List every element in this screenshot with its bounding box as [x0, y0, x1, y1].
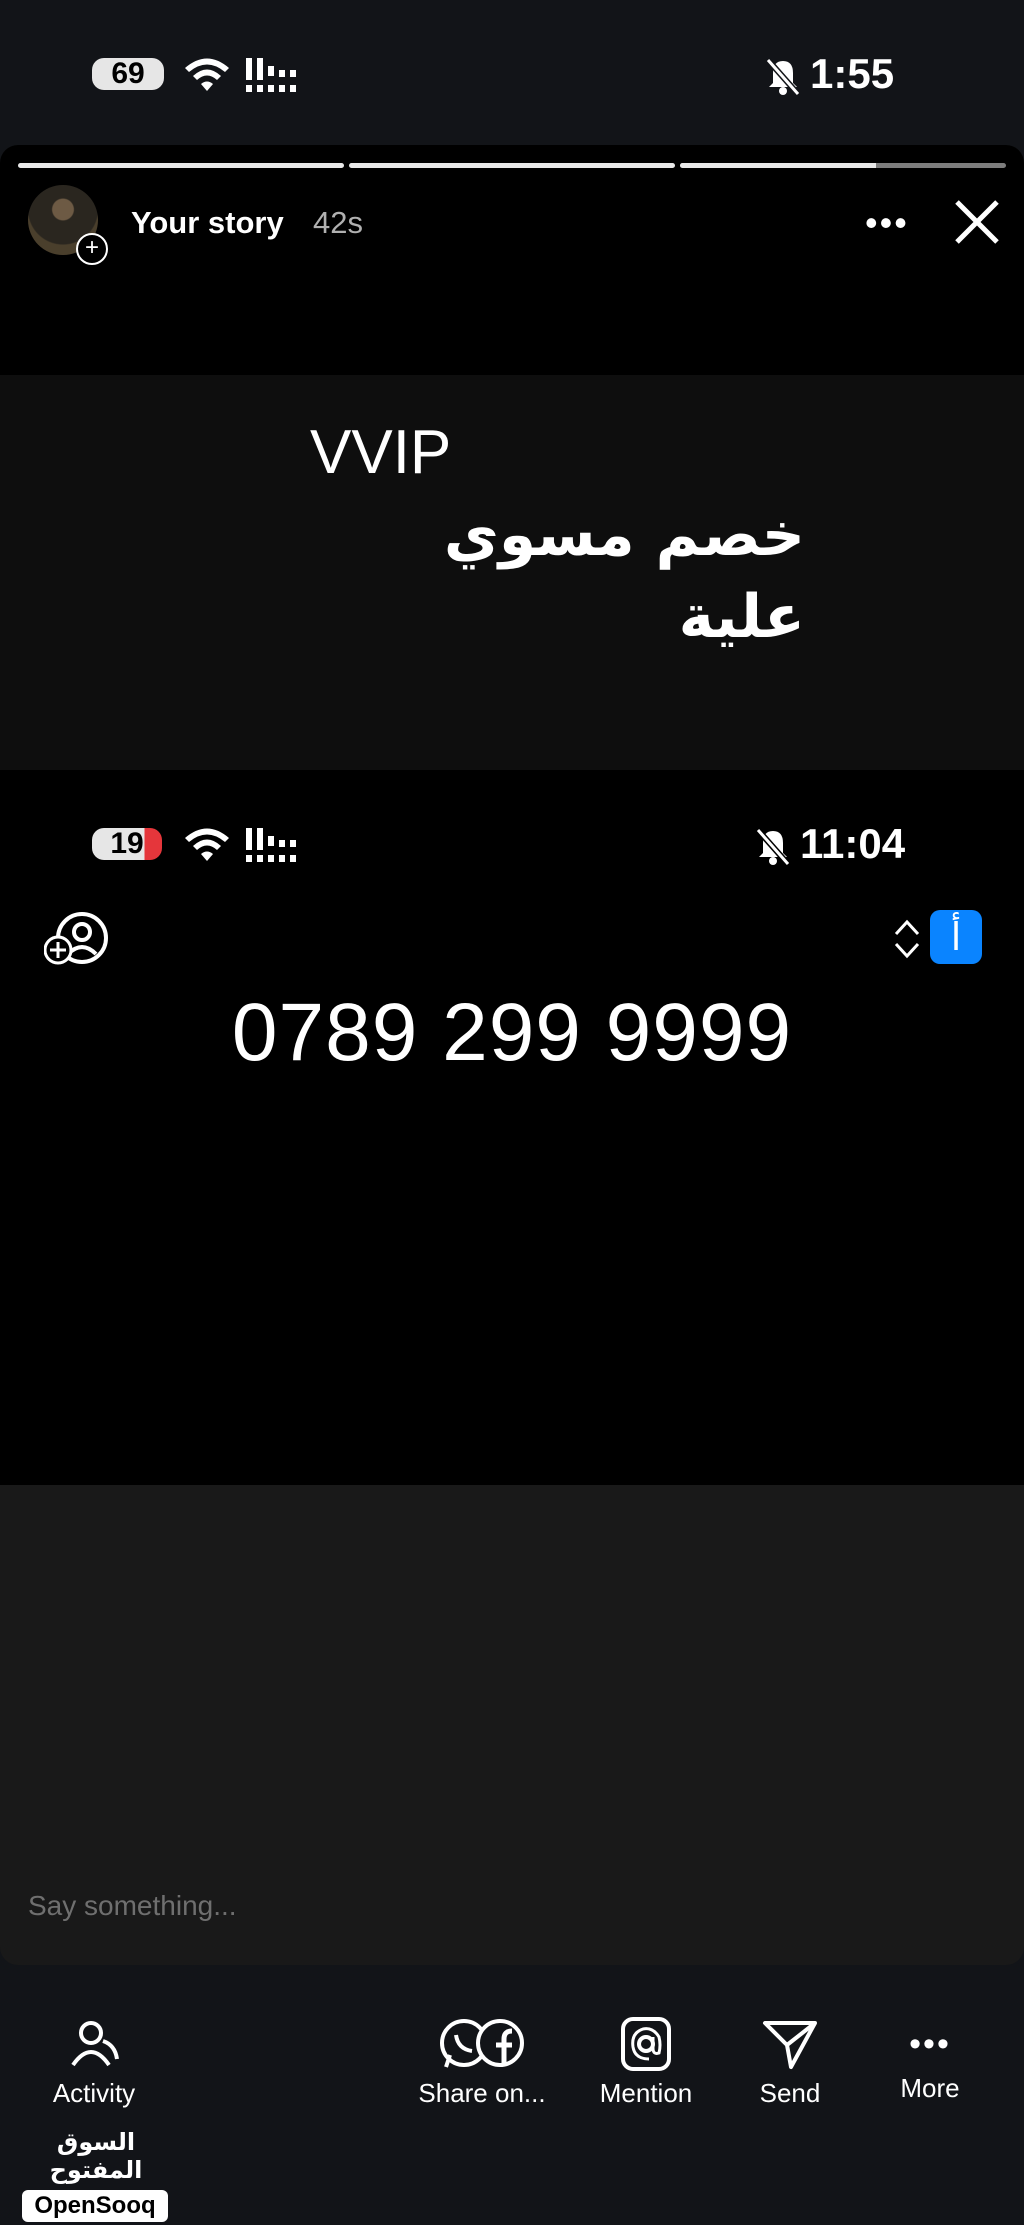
activity-icon: [71, 2021, 119, 2067]
inner-battery: 19: [92, 828, 162, 860]
more-button[interactable]: ••• More: [870, 2015, 990, 2104]
watermark-english: OpenSooq: [22, 2190, 168, 2222]
story-username[interactable]: Your story: [131, 205, 284, 241]
phone-number: 0789 299 9999: [231, 987, 793, 1078]
mention-label: Mention: [599, 2078, 693, 2108]
story-elapsed: 42s: [313, 205, 363, 240]
signal-icon: [246, 58, 296, 92]
mention-button[interactable]: Mention: [586, 2015, 706, 2109]
mention-icon: [621, 2017, 671, 2071]
opensooq-watermark: السوق المفتوح OpenSooq: [22, 2128, 170, 2222]
send-icon: [763, 2021, 817, 2069]
add-story-icon[interactable]: +: [76, 233, 108, 265]
more-label: More: [900, 2073, 960, 2103]
story-caption: VVIP خصم مسوي علية: [310, 412, 805, 658]
add-contact-icon: [44, 912, 108, 965]
close-icon[interactable]: [952, 197, 1002, 247]
battery-level: 69: [92, 58, 164, 90]
status-bar: 69 1:55: [0, 0, 1024, 145]
story-progress-2: [349, 163, 675, 168]
reply-input[interactable]: Say something...: [28, 1890, 237, 1922]
battery-indicator: 69: [92, 58, 164, 90]
send-button[interactable]: Send: [730, 2015, 850, 2109]
watermark-arabic: السوق المفتوح: [49, 2128, 143, 2184]
whatsapp-facebook-icon: [440, 2019, 524, 2068]
story-progress-3: [680, 163, 1006, 168]
more-icon: •••: [909, 2025, 951, 2063]
caption-arabic: خصم مسوي علية: [443, 500, 805, 652]
chevron-updown-icon: [894, 919, 920, 959]
clock: 1:55: [810, 50, 895, 97]
share-on-label: Share on...: [418, 2078, 546, 2108]
inner-bell-muted-icon: [755, 828, 791, 866]
wifi-icon: [185, 58, 229, 91]
inner-signal-icon: [246, 828, 296, 862]
share-on-button[interactable]: Share on...: [412, 2015, 552, 2109]
caption-title: VVIP: [310, 418, 452, 487]
story-viewer[interactable]: + Your story 42s ••• VVIP خصم مسوي علية …: [0, 145, 1024, 1965]
activity-button[interactable]: Activity: [34, 2015, 154, 2109]
embedded-screenshot: 19 11:04 أ 0789 299 9999: [0, 770, 1024, 1485]
more-options-icon[interactable]: •••: [865, 202, 909, 244]
bell-muted-icon: [765, 58, 801, 96]
story-progress-1: [18, 163, 344, 168]
activity-label: Activity: [52, 2078, 136, 2108]
inner-clock: 11:04: [800, 820, 906, 867]
language-badge: أ: [930, 910, 982, 964]
inner-wifi-icon: [185, 828, 229, 861]
send-label: Send: [759, 2078, 821, 2108]
